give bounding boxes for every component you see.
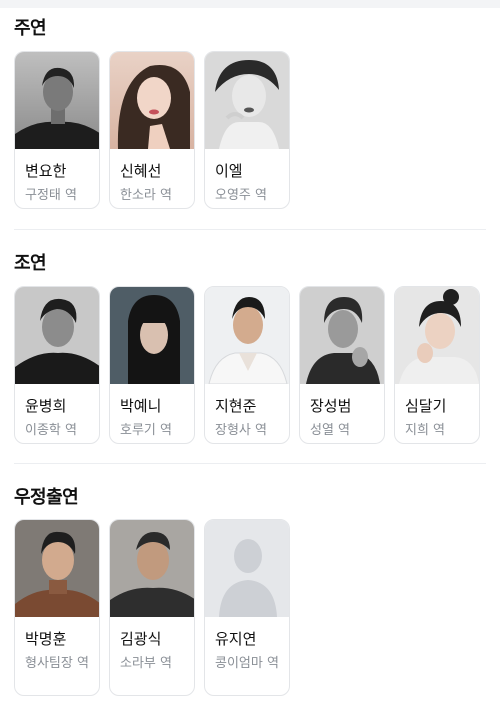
actor-name: 지현준	[215, 397, 257, 415]
actor-photo	[205, 287, 289, 384]
section-divider	[14, 463, 486, 464]
cast-list: 변요한 구정태 역 신혜선 한소라 역 이엘 오영주 역	[14, 51, 290, 209]
actor-role: 한소라 역	[120, 188, 172, 203]
actor-name: 심달기	[405, 397, 447, 415]
cast-card[interactable]: 박명훈 형사팀장 역	[14, 519, 100, 696]
section-supporting-cast: 조연 윤병희 이종학 역 박예니 호루기 역 지현준 장형사 역 장성범 성열 …	[0, 249, 500, 449]
cast-list: 윤병희 이종학 역 박예니 호루기 역 지현준 장형사 역 장성범 성열 역 심…	[14, 286, 480, 444]
section-special-appearance: 우정출연 박명훈 형사팀장 역 김광식 소라부 역 유지연 콩이엄마 역	[0, 483, 500, 713]
actor-photo	[205, 52, 289, 149]
actor-name: 윤병희	[25, 397, 67, 415]
actor-role: 구정태 역	[25, 188, 77, 203]
cast-card[interactable]: 신혜선 한소라 역	[109, 51, 195, 209]
actor-role: 콩이엄마 역	[215, 656, 279, 671]
actor-role: 장형사 역	[215, 423, 267, 438]
top-strip	[0, 0, 500, 8]
actor-role: 형사팀장 역	[25, 656, 89, 671]
actor-photo	[15, 287, 99, 384]
section-title: 우정출연	[14, 487, 79, 508]
actor-photo	[15, 520, 99, 617]
actor-name: 박명훈	[25, 630, 67, 648]
actor-photo	[300, 287, 384, 384]
cast-card[interactable]: 김광식 소라부 역	[109, 519, 195, 696]
actor-name: 김광식	[120, 630, 162, 648]
actor-photo	[110, 287, 194, 384]
section-divider	[14, 229, 486, 230]
actor-role: 지희 역	[405, 423, 446, 438]
cast-card[interactable]: 지현준 장형사 역	[204, 286, 290, 444]
actor-photo	[15, 52, 99, 149]
actor-name: 박예니	[120, 397, 162, 415]
actor-role: 성열 역	[310, 423, 351, 438]
cast-card[interactable]: 윤병희 이종학 역	[14, 286, 100, 444]
default-person-icon	[205, 520, 289, 617]
section-title: 주연	[14, 18, 47, 39]
actor-name: 변요한	[25, 162, 67, 180]
actor-photo	[110, 520, 194, 617]
actor-role: 오영주 역	[215, 188, 267, 203]
section-lead-cast: 주연 변요한 구정태 역 신혜선 한소라 역 이엘 오영주 역	[0, 14, 500, 214]
actor-role: 호루기 역	[120, 423, 172, 438]
actor-name: 유지연	[215, 630, 257, 648]
cast-list: 박명훈 형사팀장 역 김광식 소라부 역 유지연 콩이엄마 역	[14, 519, 290, 696]
actor-name: 신혜선	[120, 162, 162, 180]
cast-card[interactable]: 유지연 콩이엄마 역	[204, 519, 290, 696]
cast-card[interactable]: 이엘 오영주 역	[204, 51, 290, 209]
section-title: 조연	[14, 253, 47, 274]
actor-name: 장성범	[310, 397, 352, 415]
actor-photo	[110, 52, 194, 149]
actor-photo	[395, 287, 479, 384]
actor-role: 소라부 역	[120, 656, 172, 671]
cast-card[interactable]: 심달기 지희 역	[394, 286, 480, 444]
cast-card[interactable]: 변요한 구정태 역	[14, 51, 100, 209]
cast-card[interactable]: 박예니 호루기 역	[109, 286, 195, 444]
cast-card[interactable]: 장성범 성열 역	[299, 286, 385, 444]
actor-name: 이엘	[215, 162, 243, 180]
actor-role: 이종학 역	[25, 423, 77, 438]
